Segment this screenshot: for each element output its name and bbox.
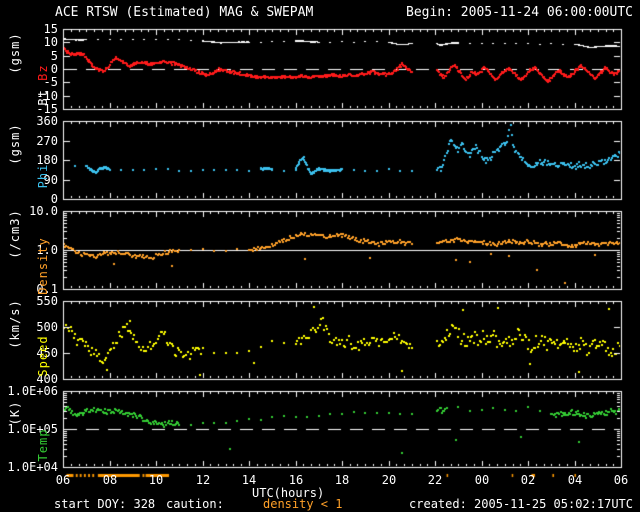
x-tick-label: 06 [613, 473, 629, 487]
y-axis-title-part: Phi [36, 163, 50, 189]
created-timestamp: created: 2005-11-25 05:02:17UTC [409, 497, 633, 511]
caution-value: density < 1 [263, 497, 343, 511]
x-tick-label: 08 [102, 473, 118, 487]
y-tick-label: 1.0E+06 [7, 384, 58, 398]
x-tick-label: 12 [195, 473, 211, 487]
start-doy-label: start DOY: 328 [54, 497, 156, 511]
y-axis-title: Phi [36, 164, 50, 189]
y-axis-title-part: Temp [36, 428, 50, 462]
x-tick-label: 20 [381, 473, 397, 487]
y-axis-title-part: Bz [36, 64, 50, 90]
x-tick-label: 10 [148, 473, 164, 487]
x-tick-label: 22 [427, 473, 443, 487]
y-axis-unit: (gsm) [8, 32, 22, 74]
y-axis-unit: (K) [8, 400, 22, 426]
x-tick-label: 02 [520, 473, 536, 487]
caution-label: caution: [166, 497, 224, 511]
x-tick-label: 14 [241, 473, 257, 487]
x-tick-label: 06 [55, 473, 71, 487]
plot-title: ACE RTSW (Estimated) MAG & SWEPAM [55, 5, 314, 20]
plot-canvas [0, 0, 640, 512]
y-axis-title-part: Density [36, 237, 50, 295]
y-axis-title: Density [36, 237, 50, 295]
y-axis-title-part: Bt [36, 89, 50, 106]
y-axis-unit: (km/s) [8, 299, 22, 349]
y-axis-unit: (gsm) [8, 123, 22, 165]
y-tick-label: 1.0E+04 [7, 460, 58, 474]
x-tick-label: 16 [288, 473, 304, 487]
begin-timestamp: Begin: 2005-11-24 06:00:00UTC [406, 5, 633, 20]
y-axis-title-part: Speed [36, 335, 50, 377]
y-axis-title: Speed [36, 335, 50, 376]
x-tick-label: 04 [567, 473, 583, 487]
y-axis-title: Temp [36, 429, 50, 462]
ace-rtsw-plot: ACE RTSW (Estimated) MAG & SWEPAM Begin:… [0, 0, 640, 512]
y-axis-unit: (/cm3) [8, 209, 22, 259]
x-tick-label: 18 [334, 473, 350, 487]
y-axis-title: Bt Bz [36, 64, 50, 105]
x-tick-label: 00 [474, 473, 490, 487]
